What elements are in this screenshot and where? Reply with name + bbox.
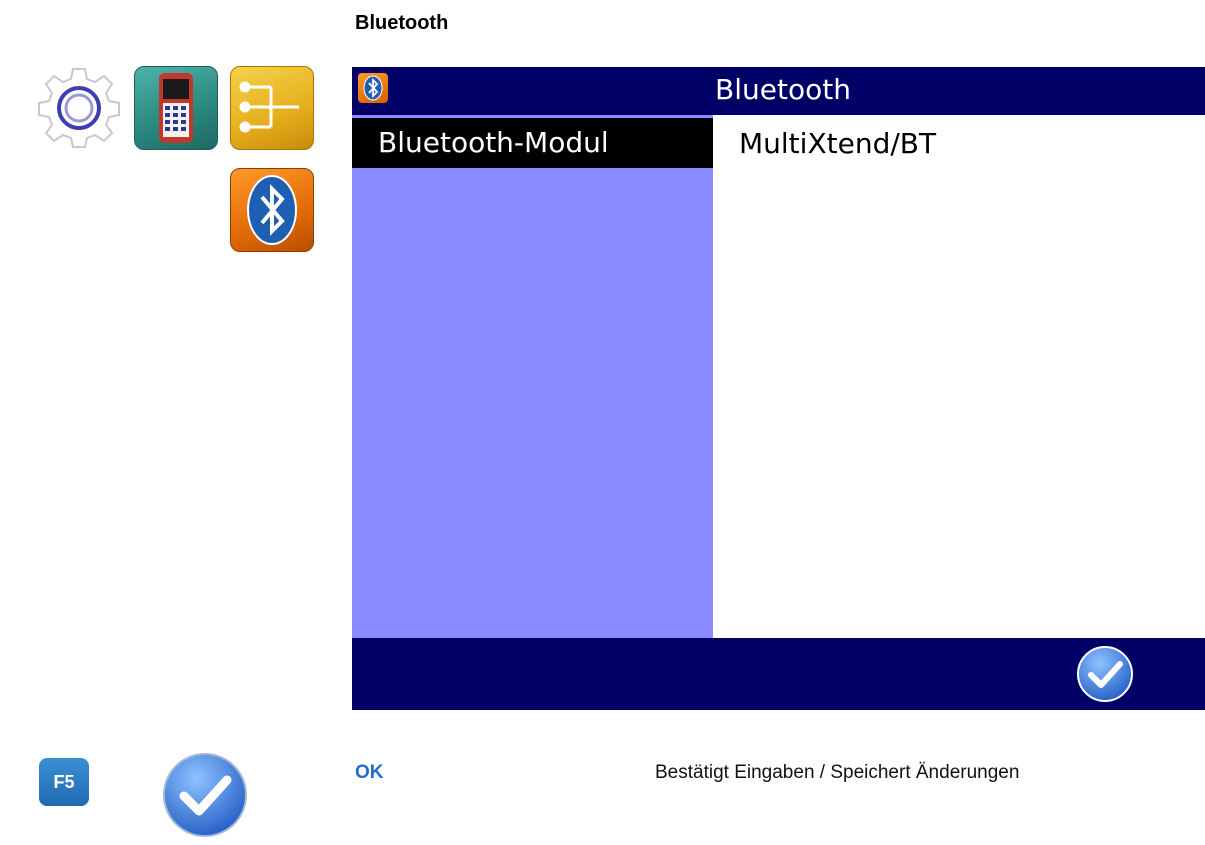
screen-titlebar: Bluetooth xyxy=(352,67,1205,115)
list-item[interactable]: Bluetooth-Modul xyxy=(352,118,713,168)
value-pane: MultiXtend/BT xyxy=(713,115,1205,638)
gear-icon[interactable] xyxy=(38,66,120,148)
screen-title: Bluetooth xyxy=(715,73,851,106)
device-screen: Bluetooth Bluetooth-Modul MultiXtend/BT xyxy=(352,67,1205,710)
ok-check-icon xyxy=(160,750,250,840)
ok-check-icon[interactable] xyxy=(1075,644,1135,704)
network-tree-icon[interactable] xyxy=(230,66,314,150)
list-item-label: Bluetooth-Modul xyxy=(378,126,609,159)
screen-footer xyxy=(352,638,1205,710)
settings-list: Bluetooth-Modul xyxy=(352,115,713,638)
f5-key[interactable]: F5 xyxy=(39,758,89,806)
handheld-device-icon[interactable] xyxy=(134,66,218,150)
list-item-value[interactable]: MultiXtend/BT xyxy=(739,127,936,160)
page-title: Bluetooth xyxy=(355,12,449,34)
bluetooth-icon[interactable] xyxy=(230,168,314,252)
legend-description: Bestätigt Eingaben / Speichert Änderunge… xyxy=(655,762,1020,783)
legend-label: OK xyxy=(355,762,384,783)
